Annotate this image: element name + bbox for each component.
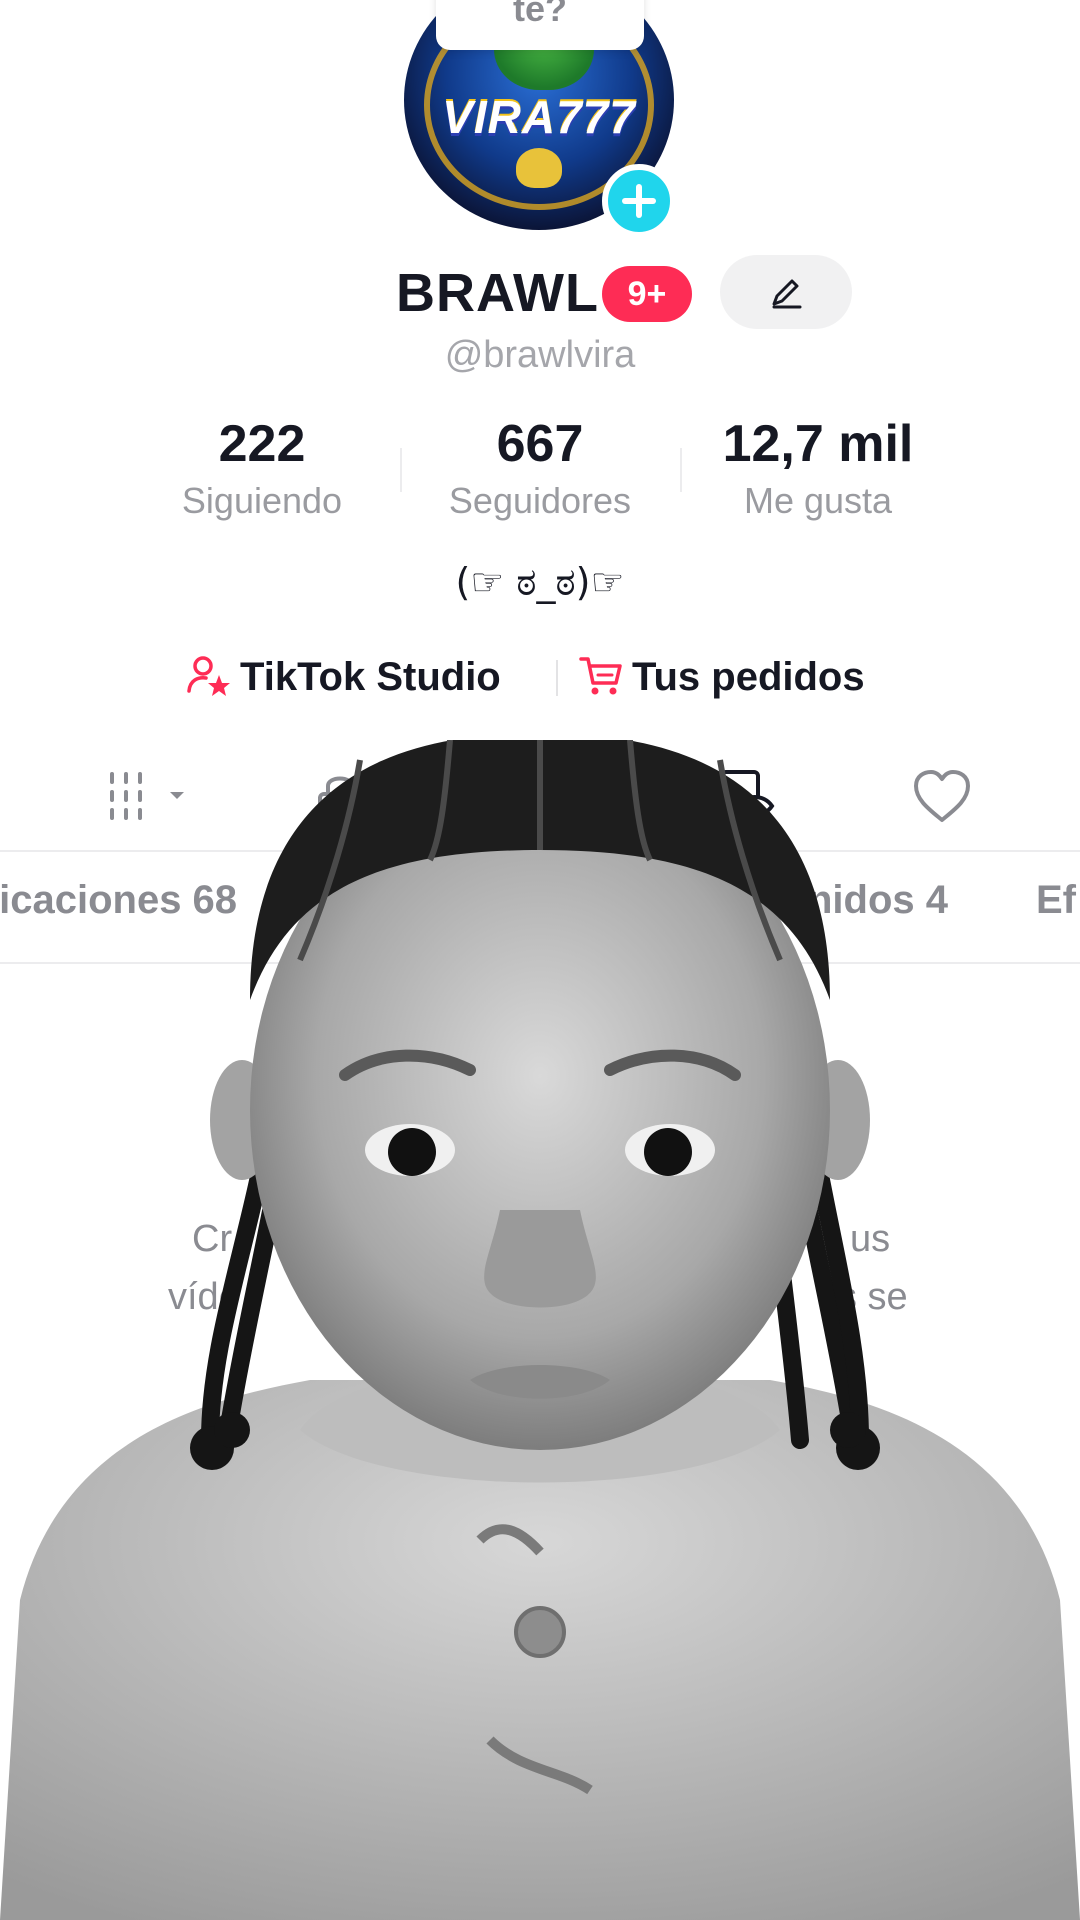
- following-count: 222: [218, 415, 306, 473]
- tab-liked[interactable]: [910, 768, 990, 828]
- creator-star-icon: [187, 656, 230, 697]
- cart-icon: [579, 657, 622, 695]
- pencil-icon: [772, 279, 802, 309]
- tab-active-indicator: [742, 845, 794, 849]
- tabs-divider: [0, 850, 1080, 852]
- likes-count: 12,7 mil: [722, 415, 914, 473]
- grid-icon: [110, 772, 184, 820]
- subtab-publications[interactable]: licaciones 68: [0, 878, 237, 923]
- hidden-icon: [720, 770, 775, 822]
- tab-posts[interactable]: [108, 768, 188, 828]
- tiktok-studio-link[interactable]: TikTok Studio: [186, 652, 501, 702]
- speech-bubble-text: te?: [513, 0, 567, 29]
- subtab-contents[interactable]: nidos 4: [808, 878, 948, 923]
- subtab-effects[interactable]: Ef: [1036, 878, 1076, 923]
- stat-followers[interactable]: 667 Seguidores: [420, 414, 660, 522]
- lock-icon: [318, 776, 362, 824]
- heart-icon: [914, 770, 970, 822]
- notification-badge[interactable]: 9+: [602, 266, 692, 322]
- profile-page: te? VIRA777 BRAWL 9+ @brawlvira 222 Sigu…: [0, 0, 1080, 1920]
- followers-label: Seguidores: [448, 480, 632, 521]
- skull-icon: [516, 148, 562, 188]
- orders-link[interactable]: Tus pedidos: [578, 652, 865, 702]
- likes-label: Me gusta: [743, 480, 893, 521]
- tiktok-studio-label: TikTok Studio: [240, 655, 501, 699]
- orders-label: Tus pedidos: [632, 655, 865, 699]
- speech-bubble[interactable]: te?: [436, 0, 644, 50]
- tab-reposts[interactable]: [512, 768, 592, 828]
- profile-bio: (☞ ಠ_ಠ)☞: [455, 560, 625, 604]
- empty-state-line1-left: Cr: [192, 1218, 233, 1260]
- stat-following[interactable]: 222 Siguiendo: [142, 414, 382, 522]
- add-story-button[interactable]: [602, 164, 676, 238]
- empty-state-line2-right: s se: [838, 1276, 908, 1318]
- repost-icon: [522, 782, 562, 814]
- empty-state-line2-left: víde: [168, 1276, 240, 1318]
- subtabs-divider: [0, 962, 1080, 964]
- tab-hidden[interactable]: [714, 768, 794, 828]
- create-button[interactable]: [130, 1432, 950, 1574]
- empty-state-line1-right: us: [850, 1218, 891, 1260]
- profile-name: BRAWL: [396, 263, 599, 323]
- tab-private[interactable]: [312, 768, 392, 828]
- stat-divider: [400, 448, 402, 492]
- following-label: Siguiendo: [181, 480, 343, 521]
- edit-profile-button[interactable]: [720, 255, 852, 329]
- followers-count: 667: [496, 415, 584, 473]
- avatar-logo-text: VIRA777: [442, 91, 636, 143]
- stat-divider: [680, 448, 682, 492]
- empty-state-text: Cr us víde s se: [150, 1210, 930, 1326]
- links-divider: [556, 660, 558, 696]
- profile-handle: @brawlvira: [444, 334, 636, 376]
- stat-likes[interactable]: 12,7 mil Me gusta: [698, 414, 938, 522]
